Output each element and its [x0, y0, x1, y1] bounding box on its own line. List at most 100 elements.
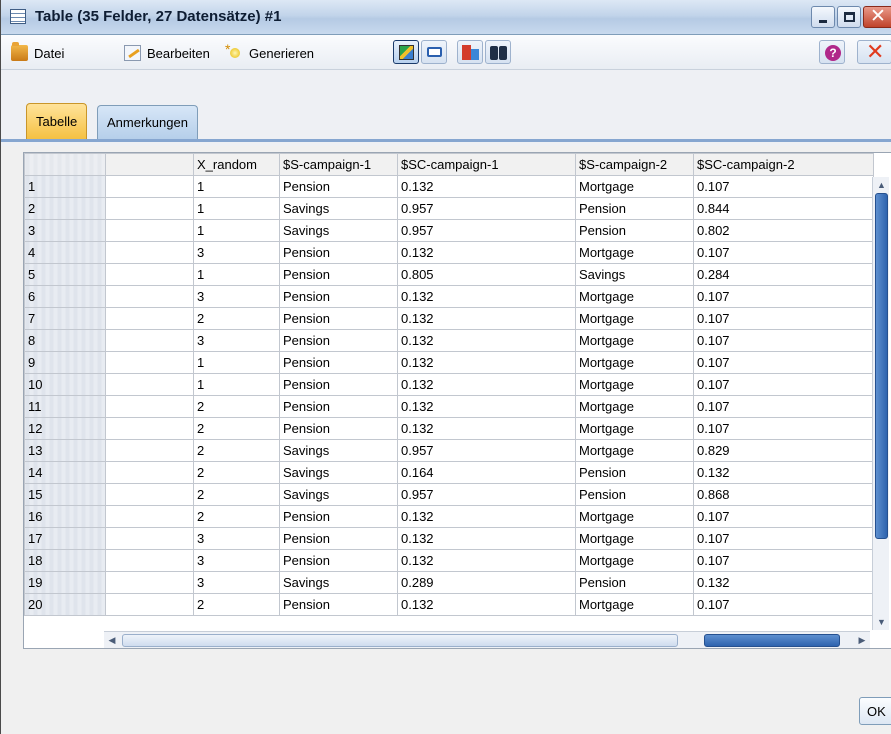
table-cell[interactable]: 0.132 — [693, 461, 874, 484]
table-cell[interactable] — [105, 505, 194, 528]
table-cell[interactable]: Mortgage — [575, 351, 694, 374]
minimize-button[interactable] — [811, 6, 835, 28]
table-row[interactable]: 19 3 Savings 0.289 Pension 0.132 — [24, 571, 874, 594]
table-cell[interactable]: Pension — [279, 263, 398, 286]
table-cell[interactable]: 1 — [193, 351, 280, 374]
horizontal-scrollbar[interactable]: ◀ ▶ — [104, 631, 870, 648]
row-header[interactable]: 6 — [24, 285, 106, 308]
table-cell[interactable]: 0.132 — [397, 527, 576, 550]
table-cell[interactable]: 0.107 — [693, 351, 874, 374]
table-row[interactable]: 8 3 Pension 0.132 Mortgage 0.107 — [24, 329, 874, 352]
table-cell[interactable]: 0.132 — [397, 241, 576, 264]
row-header[interactable]: 20 — [24, 593, 106, 616]
table-cell[interactable]: Mortgage — [575, 439, 694, 462]
row-header[interactable]: 1 — [24, 175, 106, 198]
table-row[interactable]: 17 3 Pension 0.132 Mortgage 0.107 — [24, 527, 874, 550]
table-row[interactable]: 10 1 Pension 0.132 Mortgage 0.107 — [24, 373, 874, 396]
table-cell[interactable]: Savings — [575, 263, 694, 286]
table-cell[interactable]: 0.957 — [397, 219, 576, 242]
table-cell[interactable]: Pension — [575, 571, 694, 594]
table-cell[interactable]: 1 — [193, 373, 280, 396]
table-cell[interactable]: 1 — [193, 175, 280, 198]
table-cell[interactable] — [105, 263, 194, 286]
table-cell[interactable]: 0.107 — [693, 395, 874, 418]
table-cell[interactable]: 0.132 — [397, 285, 576, 308]
table-cell[interactable] — [105, 307, 194, 330]
table-cell[interactable]: 0.107 — [693, 505, 874, 528]
table-cell[interactable]: Pension — [279, 527, 398, 550]
row-header[interactable]: 4 — [24, 241, 106, 264]
row-header[interactable]: 17 — [24, 527, 106, 550]
table-cell[interactable]: 0.107 — [693, 417, 874, 440]
table-cell[interactable]: Mortgage — [575, 307, 694, 330]
table-cell[interactable] — [105, 483, 194, 506]
table-cell[interactable]: Pension — [279, 175, 398, 198]
table-row[interactable]: 7 2 Pension 0.132 Mortgage 0.107 — [24, 307, 874, 330]
scroll-right-icon[interactable]: ▶ — [854, 632, 870, 648]
table-cell[interactable] — [105, 593, 194, 616]
table-row[interactable]: 20 2 Pension 0.132 Mortgage 0.107 — [24, 593, 874, 616]
table-cell[interactable]: Pension — [575, 483, 694, 506]
tab-anmerkungen[interactable]: Anmerkungen — [97, 105, 198, 139]
table-cell[interactable]: Pension — [575, 197, 694, 220]
table-row[interactable]: 9 1 Pension 0.132 Mortgage 0.107 — [24, 351, 874, 374]
table-cell[interactable]: 0.132 — [397, 505, 576, 528]
table-cell[interactable]: Mortgage — [575, 285, 694, 308]
table-cell[interactable] — [105, 197, 194, 220]
table-cell[interactable]: 0.284 — [693, 263, 874, 286]
table-cell[interactable]: 3 — [193, 527, 280, 550]
table-cell[interactable]: 0.132 — [693, 571, 874, 594]
scroll-up-icon[interactable]: ▲ — [873, 177, 890, 193]
table-cell[interactable]: 0.107 — [693, 593, 874, 616]
window-close-button[interactable]: ✕ — [863, 6, 891, 28]
table-cell[interactable]: Savings — [279, 571, 398, 594]
table-cell[interactable]: 0.802 — [693, 219, 874, 242]
table-cell[interactable]: Pension — [575, 219, 694, 242]
table-cell[interactable]: Pension — [279, 285, 398, 308]
table-cell[interactable]: Savings — [279, 197, 398, 220]
row-header[interactable]: 8 — [24, 329, 106, 352]
table-row[interactable]: 1 1 Pension 0.132 Mortgage 0.107 — [24, 175, 874, 198]
table-cell[interactable]: Savings — [279, 483, 398, 506]
row-header[interactable]: 13 — [24, 439, 106, 462]
row-header[interactable]: 2 — [24, 197, 106, 220]
row-header[interactable]: 5 — [24, 263, 106, 286]
table-cell[interactable]: 3 — [193, 241, 280, 264]
column-header[interactable] — [105, 153, 194, 176]
horizontal-scroll-thumb[interactable] — [704, 634, 840, 647]
find-button[interactable] — [485, 40, 511, 64]
file-menu-button[interactable]: Datei — [11, 42, 64, 63]
row-header[interactable]: 11 — [24, 395, 106, 418]
table-cell[interactable]: Pension — [279, 351, 398, 374]
table-cell[interactable]: 0.132 — [397, 373, 576, 396]
row-header[interactable]: 7 — [24, 307, 106, 330]
table-cell[interactable]: 3 — [193, 329, 280, 352]
data-grid[interactable]: X_random $S-campaign-1 $SC-campaign-1 $S… — [23, 152, 891, 649]
table-cell[interactable]: Mortgage — [575, 505, 694, 528]
table-cell[interactable]: 0.107 — [693, 307, 874, 330]
table-cell[interactable]: Mortgage — [575, 241, 694, 264]
close-button[interactable]: ✕ — [857, 40, 891, 64]
table-cell[interactable] — [105, 395, 194, 418]
table-cell[interactable]: 3 — [193, 571, 280, 594]
table-cell[interactable]: 0.107 — [693, 549, 874, 572]
table-cell[interactable]: 0.829 — [693, 439, 874, 462]
table-cell[interactable] — [105, 571, 194, 594]
vertical-scroll-thumb[interactable] — [875, 193, 888, 539]
row-header[interactable]: 19 — [24, 571, 106, 594]
table-cell[interactable]: 0.132 — [397, 175, 576, 198]
table-cell[interactable]: 0.132 — [397, 329, 576, 352]
column-header[interactable]: $SC-campaign-2 — [693, 153, 874, 176]
table-cell[interactable]: 0.107 — [693, 285, 874, 308]
print-button[interactable] — [421, 40, 447, 64]
table-cell[interactable]: 2 — [193, 307, 280, 330]
table-cell[interactable]: Pension — [279, 329, 398, 352]
scroll-down-icon[interactable]: ▼ — [873, 614, 890, 630]
table-cell[interactable]: 0.107 — [693, 527, 874, 550]
column-header[interactable]: $S-campaign-2 — [575, 153, 694, 176]
table-cell[interactable]: 1 — [193, 197, 280, 220]
table-cell[interactable]: Pension — [279, 373, 398, 396]
table-row[interactable]: 15 2 Savings 0.957 Pension 0.868 — [24, 483, 874, 506]
row-header[interactable]: 9 — [24, 351, 106, 374]
edit-menu-button[interactable]: Bearbeiten — [124, 43, 210, 63]
